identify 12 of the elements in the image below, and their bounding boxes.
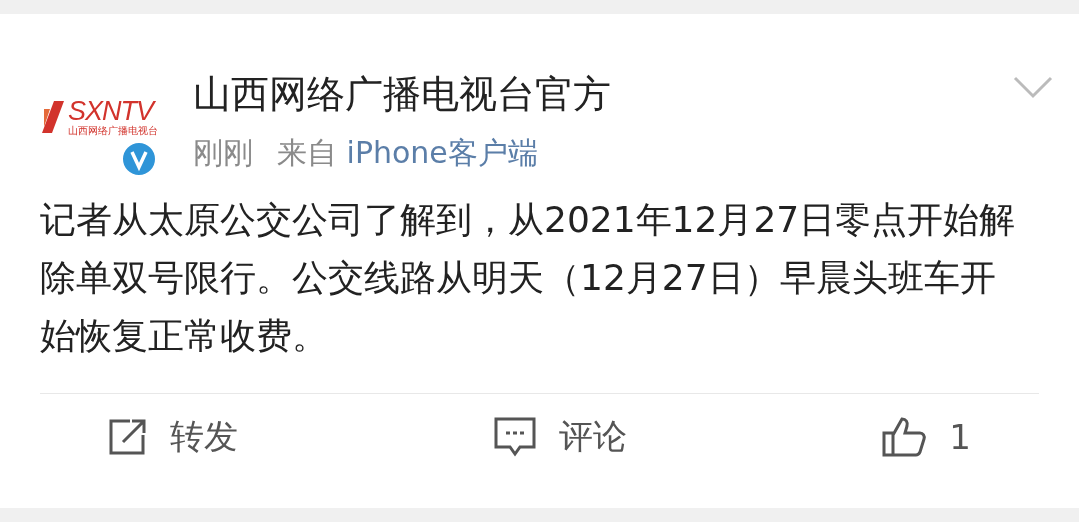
author-name[interactable]: 山西网络广播电视台官方 [193,74,1013,116]
repost-button[interactable]: 转发 [108,413,238,460]
post-time: 刚刚 [193,135,253,169]
thumbs-up-icon [881,415,928,458]
post-text: 记者从太原公交公司了解到，从2021年12月27日零点开始解除单双号限行。公交线路从明天（12月27日）早晨头班车开始恢复正常收费。 [39,197,1017,358]
post-source: 来自 iPhone客户端 [277,135,538,169]
channel-logo: SXNTV 山西网络广播电视台 [40,98,158,136]
like-button[interactable]: 1 [881,413,971,460]
comment-icon [492,415,537,458]
comment-button[interactable]: 评论 [492,413,627,460]
chevron-down-icon[interactable] [1013,76,1053,100]
share-icon [108,417,148,456]
